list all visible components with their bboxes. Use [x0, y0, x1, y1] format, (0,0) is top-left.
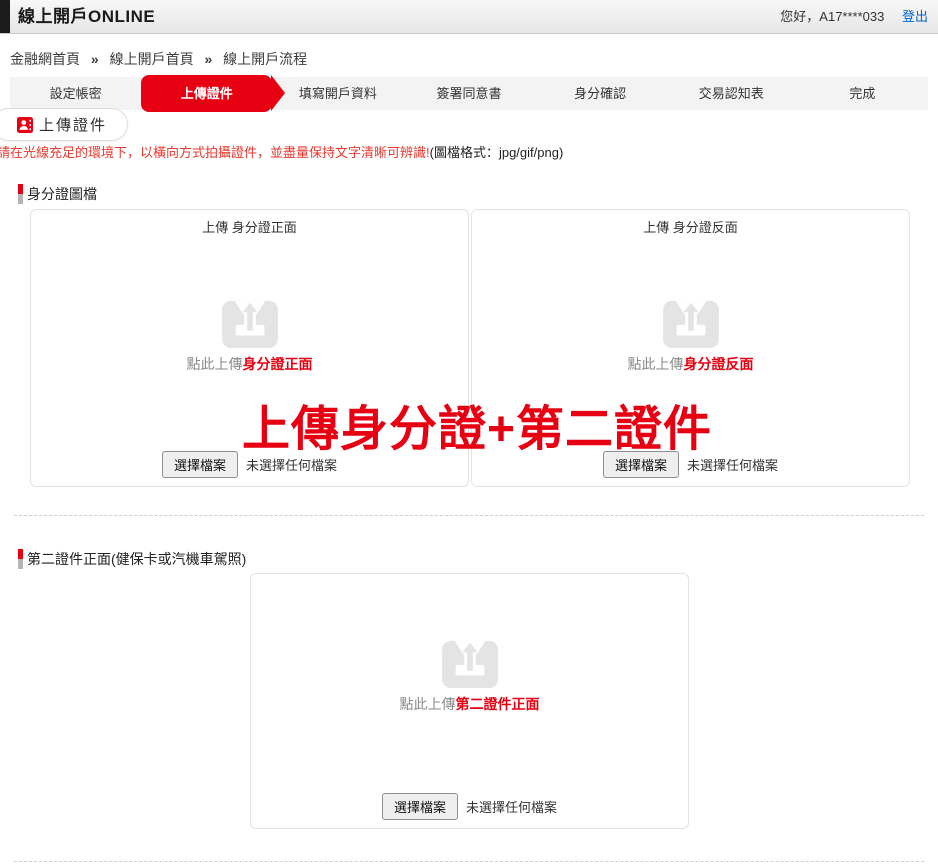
upload-caption-prefix: 點此上傳	[187, 356, 243, 372]
user-greeting: 您好，A17****033	[780, 9, 884, 24]
photo-instructions-format: (圖檔格式：jpg/gif/png)	[430, 145, 564, 160]
header-accent-bar	[0, 0, 10, 33]
user-area: 您好，A17****033 登出	[780, 0, 928, 33]
breadcrumb: 金融網首頁 » 線上開戶首頁 » 線上開戶流程	[10, 49, 307, 69]
choose-file-button[interactable]: 選擇檔案	[603, 451, 679, 478]
breadcrumb-account-home[interactable]: 線上開戶首頁	[110, 51, 194, 67]
upload-tray-icon	[251, 638, 688, 688]
photo-instructions-warning: 請在光線充足的環境下，以橫向方式拍攝證件，並盡量保持文字清晰可辨識!	[0, 145, 430, 160]
upload-caption-prefix: 點此上傳	[628, 356, 684, 372]
file-status-text: 未選擇任何檔案	[466, 797, 557, 816]
upload-tray-icon	[472, 298, 909, 348]
file-input-row: 選擇檔案 未選擇任何檔案	[472, 451, 909, 478]
upload-card-second-doc[interactable]: 點此上傳第二證件正面 選擇檔案 未選擇任何檔案	[250, 573, 689, 829]
upload-caption: 點此上傳第二證件正面	[251, 694, 688, 714]
second-doc-section-title: 第二證件正面(健保卡或汽機車駕照)	[27, 549, 246, 569]
tab-upload-documents[interactable]: 上傳證件	[141, 75, 272, 112]
logout-link[interactable]: 登出	[902, 9, 928, 24]
tab-sign-agreement[interactable]: 簽署同意書	[403, 77, 534, 110]
upload-card-title: 上傳 身分證正面	[31, 217, 468, 236]
upload-tray-icon	[31, 298, 468, 348]
upload-caption-target: 身分證反面	[684, 356, 754, 372]
tab-fill-account-info[interactable]: 填寫開戶資料	[272, 77, 403, 110]
choose-file-button[interactable]: 選擇檔案	[382, 793, 458, 820]
upload-card-id-back[interactable]: 上傳 身分證反面 點此上傳身分證反面 選擇檔案 未選擇任何檔案	[471, 209, 910, 487]
upload-card-title: 上傳 身分證反面	[472, 217, 909, 236]
tab-complete[interactable]: 完成	[797, 77, 928, 110]
upload-caption: 點此上傳身分證正面	[31, 354, 468, 374]
active-tab-arrow	[271, 75, 285, 111]
upload-caption: 點此上傳身分證反面	[472, 354, 909, 374]
section-pill-upload-documents: 上傳證件	[0, 108, 128, 141]
file-status-text: 未選擇任何檔案	[687, 455, 778, 474]
file-input-row: 選擇檔案 未選擇任何檔案	[251, 793, 688, 820]
dashed-divider	[14, 861, 924, 862]
dashed-divider	[14, 515, 924, 516]
breadcrumb-home[interactable]: 金融網首頁	[10, 51, 80, 67]
tab-upload-documents-label: 上傳證件	[181, 86, 233, 101]
id-section-title: 身分證圖檔	[27, 184, 97, 204]
upload-caption-target: 身分證正面	[243, 356, 313, 372]
upload-caption-prefix: 點此上傳	[400, 696, 456, 712]
section-marker	[18, 184, 23, 204]
upload-visual: 點此上傳身分證正面	[31, 298, 468, 374]
breadcrumb-current: 線上開戶流程	[223, 51, 307, 67]
second-doc-section-header: 第二證件正面(健保卡或汽機車駕照)	[18, 549, 246, 569]
breadcrumb-separator: »	[91, 51, 99, 67]
file-status-text: 未選擇任何檔案	[246, 455, 337, 474]
upload-card-id-front[interactable]: 上傳 身分證正面 點此上傳身分證正面 選擇檔案 未選擇任何檔案	[30, 209, 469, 487]
upload-caption-target: 第二證件正面	[456, 696, 540, 712]
section-marker	[18, 549, 23, 569]
tab-set-password[interactable]: 設定帳密	[10, 77, 141, 110]
app-title: 線上開戶ONLINE	[18, 0, 155, 33]
choose-file-button[interactable]: 選擇檔案	[162, 451, 238, 478]
id-section-header: 身分證圖檔	[18, 184, 97, 204]
tab-identity-confirm[interactable]: 身分確認	[535, 77, 666, 110]
id-badge-icon	[17, 117, 33, 133]
file-input-row: 選擇檔案 未選擇任何檔案	[31, 451, 468, 478]
app-header: 線上開戶ONLINE 您好，A17****033 登出	[0, 0, 938, 34]
upload-visual: 點此上傳第二證件正面	[251, 638, 688, 714]
tab-trading-awareness[interactable]: 交易認知表	[666, 77, 797, 110]
breadcrumb-separator: »	[204, 51, 212, 67]
step-tabbar: 設定帳密 上傳證件 填寫開戶資料 簽署同意書 身分確認 交易認知表 完成	[10, 77, 928, 110]
photo-instructions: 請在光線充足的環境下，以橫向方式拍攝證件，並盡量保持文字清晰可辨識!(圖檔格式：…	[0, 142, 563, 161]
upload-visual: 點此上傳身分證反面	[472, 298, 909, 374]
section-pill-label: 上傳證件	[39, 114, 107, 135]
